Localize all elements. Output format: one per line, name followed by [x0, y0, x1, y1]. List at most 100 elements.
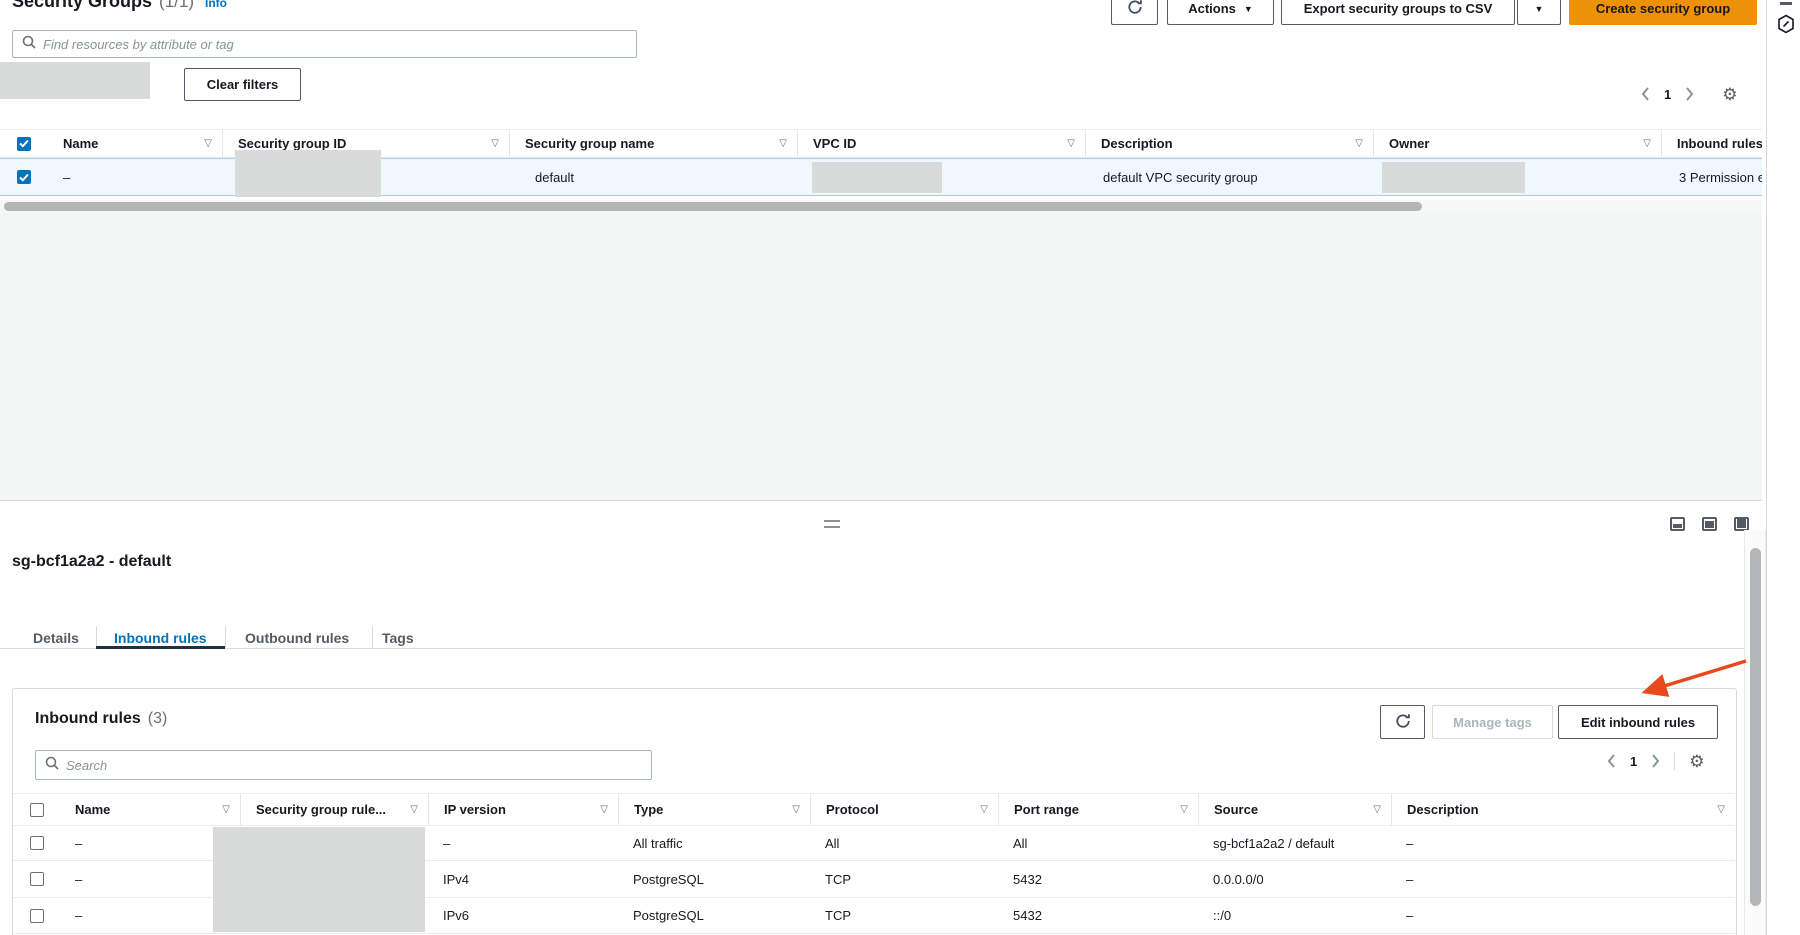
row-checkbox[interactable]: [17, 170, 31, 184]
search-icon: [22, 35, 36, 54]
filter-icon[interactable]: ▽: [198, 138, 212, 149]
next-page-icon[interactable]: [1685, 87, 1694, 101]
cell-description: –: [1391, 861, 1735, 897]
create-security-group-label: Create security group: [1596, 1, 1730, 16]
inbound-rules-search-input[interactable]: [66, 758, 642, 773]
filter-icon[interactable]: ▽: [773, 138, 787, 149]
previous-page-icon[interactable]: [1607, 754, 1616, 768]
filter-icon[interactable]: ▽: [485, 138, 499, 149]
actions-button[interactable]: Actions ▼: [1167, 0, 1274, 25]
export-csv-button[interactable]: Export security groups to CSV: [1281, 0, 1515, 25]
filter-icon[interactable]: ▽: [404, 804, 418, 815]
redacted-owner: [1382, 162, 1525, 193]
refresh-button[interactable]: [1111, 0, 1158, 25]
cell-ip-version: IPv6: [428, 898, 618, 933]
inbound-refresh-button[interactable]: [1380, 705, 1425, 739]
column-header-owner[interactable]: Owner▽: [1373, 130, 1661, 157]
split-panel-size-large-icon[interactable]: [1734, 517, 1749, 531]
split-panel-drag-handle[interactable]: [824, 520, 840, 528]
create-security-group-button[interactable]: Create security group: [1569, 0, 1757, 25]
horizontal-scrollbar-thumb[interactable]: [4, 202, 1422, 211]
row-checkbox[interactable]: [30, 909, 44, 923]
export-csv-dropdown-button[interactable]: ▼: [1517, 0, 1561, 25]
cell-sg-name: default: [509, 159, 797, 195]
clear-filters-button[interactable]: Clear filters: [184, 68, 301, 101]
filter-icon[interactable]: ▽: [1174, 804, 1188, 815]
filter-icon[interactable]: ▽: [1637, 138, 1651, 149]
tab-outbound-rules[interactable]: Outbound rules: [245, 630, 349, 646]
inbound-rules-search: [35, 750, 652, 780]
redacted-security-group-rule-ids: [213, 827, 425, 932]
column-header-vpc-id[interactable]: VPC ID▽: [797, 130, 1085, 157]
page-title-count: (1/1): [159, 0, 194, 12]
column-header-description[interactable]: Description▽: [1085, 130, 1373, 157]
column-header-type[interactable]: Type▽: [618, 794, 810, 825]
side-rail-partial-icon[interactable]: [1780, 2, 1792, 5]
filter-icon[interactable]: ▽: [1711, 804, 1725, 815]
page-title: Security Groups (1/1) Info: [12, 0, 227, 12]
cell-source: ::/0: [1198, 898, 1391, 933]
row-checkbox[interactable]: [30, 872, 44, 886]
column-header-inbound-rules-count[interactable]: Inbound rules c: [1661, 130, 1762, 157]
redacted-filter-tag: [0, 62, 150, 99]
resource-search-input[interactable]: [43, 37, 627, 52]
select-all-checkbox[interactable]: [17, 137, 31, 151]
inbound-rules-title-text: Inbound rules: [35, 710, 141, 728]
current-page[interactable]: 1: [1630, 754, 1637, 769]
tab-inbound-rules[interactable]: Inbound rules: [114, 630, 207, 646]
filter-icon[interactable]: ▽: [1061, 138, 1075, 149]
split-panel-size-medium-icon[interactable]: [1702, 517, 1717, 531]
ec2-security-groups-page: Security Groups (1/1) Info Actions ▼ Exp…: [0, 0, 1800, 935]
page-title-text: Security Groups: [12, 0, 152, 12]
tab-details[interactable]: Details: [33, 630, 79, 646]
column-header-source[interactable]: Source▽: [1198, 794, 1391, 825]
next-page-icon[interactable]: [1651, 754, 1660, 768]
split-panel-title: sg-bcf1a2a2 - default: [12, 553, 171, 571]
table-settings-gear-icon[interactable]: ⚙: [1722, 86, 1737, 103]
groups-pagination: 1 ⚙: [1641, 84, 1737, 104]
horizontal-scrollbar: [0, 200, 1762, 213]
column-header-sg-name[interactable]: Security group name▽: [509, 130, 797, 157]
clear-filters-label: Clear filters: [207, 77, 279, 92]
search-icon: [45, 756, 59, 775]
tab-separator: [225, 626, 226, 649]
filter-icon[interactable]: ▽: [216, 804, 230, 815]
filter-icon[interactable]: ▽: [1349, 138, 1363, 149]
select-all-checkbox[interactable]: [30, 803, 44, 817]
inbound-rules-pagination: 1 ⚙: [1607, 751, 1704, 771]
column-header-protocol[interactable]: Protocol▽: [810, 794, 998, 825]
cell-type: All traffic: [618, 826, 810, 860]
cell-description: –: [1391, 898, 1735, 933]
column-header-port-range[interactable]: Port range▽: [998, 794, 1198, 825]
column-header-description[interactable]: Description▽: [1391, 794, 1735, 825]
row-checkbox[interactable]: [30, 836, 44, 850]
filter-icon[interactable]: ▽: [1367, 804, 1381, 815]
vertical-scrollbar-thumb[interactable]: [1750, 548, 1761, 906]
redacted-vpc-id: [812, 162, 942, 193]
table-settings-gear-icon[interactable]: ⚙: [1689, 753, 1704, 770]
column-header-sg-rule-id[interactable]: Security group rule...▽: [240, 794, 428, 825]
split-panel-size-small-icon[interactable]: [1670, 517, 1685, 531]
column-header-ip-version[interactable]: IP version▽: [428, 794, 618, 825]
right-side-rail: [1766, 0, 1800, 935]
tabs-divider: [0, 648, 1762, 649]
edit-inbound-rules-button[interactable]: Edit inbound rules: [1558, 705, 1718, 739]
tab-tags[interactable]: Tags: [382, 630, 414, 646]
manage-tags-label: Manage tags: [1453, 715, 1532, 730]
cell-inbound-rules-count: 3 Permission en: [1661, 159, 1762, 195]
cell-description: –: [1391, 826, 1735, 860]
side-rail-hexagon-icon[interactable]: [1777, 14, 1795, 39]
cell-port-range: 5432: [998, 861, 1198, 897]
filter-icon[interactable]: ▽: [594, 804, 608, 815]
info-link[interactable]: Info: [205, 0, 227, 10]
manage-tags-button[interactable]: Manage tags: [1432, 705, 1553, 739]
current-page[interactable]: 1: [1664, 87, 1671, 102]
cell-port-range: All: [998, 826, 1198, 860]
filter-icon[interactable]: ▽: [974, 804, 988, 815]
column-header-name[interactable]: Name▽: [60, 794, 240, 825]
column-header-name[interactable]: Name▽: [48, 130, 222, 157]
previous-page-icon[interactable]: [1641, 87, 1650, 101]
filter-icon[interactable]: ▽: [786, 804, 800, 815]
cell-source: 0.0.0.0/0: [1198, 861, 1391, 897]
refresh-icon: [1395, 713, 1411, 732]
